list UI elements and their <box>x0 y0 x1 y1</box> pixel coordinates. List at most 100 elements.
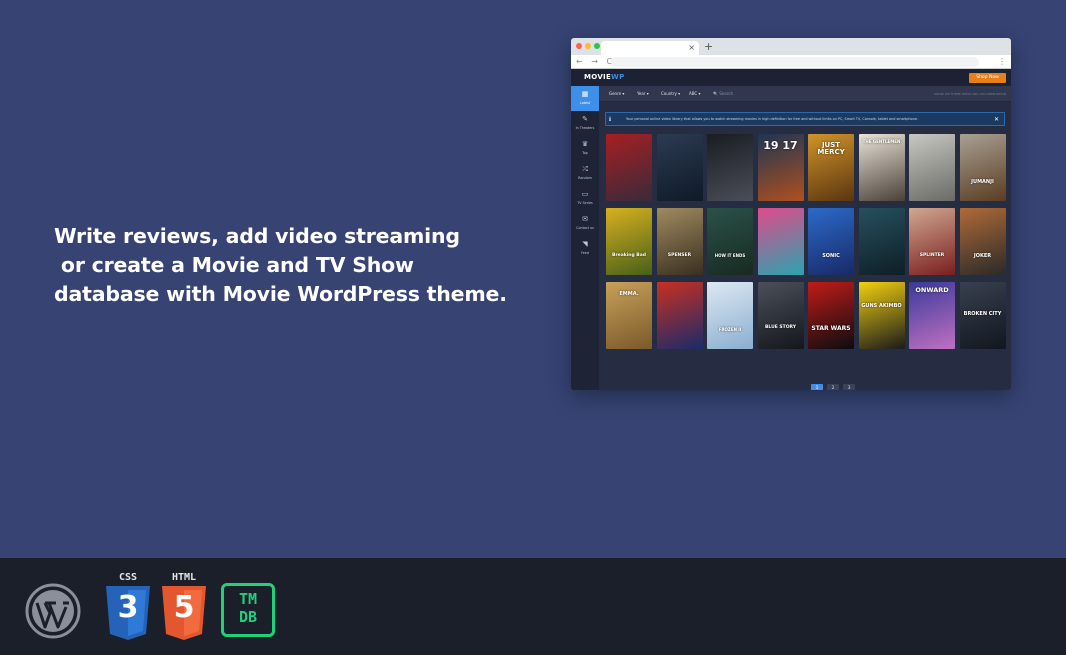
sidebar: ▦ Latest ✎ In Theaters ♛ Top ⤮ Random ▭ TV Series… <box>571 86 599 390</box>
notice-close-icon[interactable]: ✕ <box>994 114 999 125</box>
window-controls <box>576 43 600 49</box>
movie-poster[interactable] <box>656 282 703 349</box>
html5-glyph: 5 <box>173 590 195 625</box>
pagination: 123 <box>811 384 855 390</box>
sidebar-item-label: Top <box>582 151 588 155</box>
movie-poster[interactable]: ONWARD <box>909 282 955 349</box>
maximize-window-dot[interactable] <box>594 43 600 49</box>
shuffle-icon: ⤮ <box>582 165 588 173</box>
trophy-icon: ♛ <box>581 140 589 148</box>
movie-poster[interactable]: Breaking Bad <box>606 208 652 275</box>
sidebar-item-feed[interactable]: ◥ Feed <box>571 236 599 261</box>
poster-title: JOKER <box>973 253 992 259</box>
shop-now-button[interactable]: Shop Now <box>969 73 1006 83</box>
filter-dropdown[interactable]: ABC ▾ <box>689 90 700 98</box>
headline-line-2: or create a Movie and TV Show <box>54 253 414 277</box>
wordpress-icon <box>25 583 81 639</box>
movie-app: MOVIEWP Shop Now ▦ Latest ✎ In Theaters ♛ Top… <box>571 69 1011 390</box>
movie-poster[interactable]: JUMANJI <box>959 134 1006 201</box>
sidebar-item-label: Random <box>578 176 592 180</box>
movie-poster[interactable] <box>656 134 703 201</box>
movie-poster[interactable] <box>909 134 955 201</box>
movie-poster[interactable] <box>858 208 905 275</box>
sidebar-item-contact-us[interactable]: ✉ Contact us <box>571 211 599 236</box>
tmdb-icon: TM DB <box>221 583 275 637</box>
sidebar-item-top[interactable]: ♛ Top <box>571 136 599 161</box>
grid-icon: ▦ <box>581 90 589 98</box>
headline-line-3: database with Movie WordPress theme. <box>54 282 507 306</box>
movie-poster[interactable]: GUNS AKIMBO <box>858 282 905 349</box>
sidebar-item-label: Latest <box>579 101 591 105</box>
page-button-3[interactable]: 3 <box>843 384 855 390</box>
browser-window: × + ← → C ⋮ MOVIEWP Shop Now ▦ Latest ✎ In … <box>571 38 1011 390</box>
poster-title: BLUE STORY <box>764 325 797 330</box>
poster-title: JUMANJI <box>971 179 994 185</box>
page-button-2[interactable]: 2 <box>827 384 839 390</box>
poster-title: SPENSER <box>667 253 692 258</box>
sidebar-item-label: Feed <box>581 251 589 255</box>
filter-dropdown[interactable]: Country ▾ <box>661 90 680 98</box>
movie-poster[interactable]: BROKEN CITY <box>959 282 1006 349</box>
movie-poster[interactable]: JOKER <box>959 208 1006 275</box>
movie-poster[interactable]: JUST MERCY <box>808 134 854 201</box>
filter-note: MOVIE WP THEME DEMO AND DOCUMENTATION <box>934 92 1006 96</box>
browser-menu-icon[interactable]: ⋮ <box>998 56 1006 68</box>
movie-poster[interactable]: HOW IT ENDS <box>707 208 753 275</box>
movie-poster[interactable]: SPLINTER <box>909 208 955 275</box>
url-input[interactable] <box>611 57 979 67</box>
rss-icon: ◥ <box>582 240 588 248</box>
new-tab-button[interactable]: + <box>704 40 713 53</box>
movie-poster[interactable]: FROZEN II <box>707 282 753 349</box>
poster-title: 19 17 <box>763 139 798 152</box>
movie-poster[interactable]: SPENSER <box>656 208 703 275</box>
sidebar-item-label: TV Series <box>577 201 593 205</box>
movie-poster[interactable] <box>757 208 804 275</box>
filter-dropdown[interactable]: Year ▾ <box>637 90 649 98</box>
notice-text: Your personal online video library that … <box>626 117 919 121</box>
sidebar-item-latest[interactable]: ▦ Latest <box>571 86 599 111</box>
sidebar-item-label: Contact us <box>576 226 594 230</box>
minimize-window-dot[interactable] <box>585 43 591 49</box>
app-logo[interactable]: MOVIEWP <box>584 73 625 81</box>
mail-icon: ✉ <box>582 215 588 223</box>
main-content: 🔍 Search MOVIE WP THEME DEMO AND DOCUMEN… <box>599 86 1011 390</box>
tab-close-icon[interactable]: × <box>688 42 695 54</box>
poster-title: FROZEN II <box>718 327 742 332</box>
movie-poster[interactable] <box>606 134 652 201</box>
tmdb-line-1: TM <box>238 590 258 608</box>
app-header: MOVIEWP Shop Now <box>571 69 1011 86</box>
movie-poster[interactable]: SONIC <box>808 208 854 275</box>
sidebar-item-random[interactable]: ⤮ Random <box>571 161 599 186</box>
poster-title: STAR WARS <box>811 325 851 332</box>
movie-poster[interactable]: STAR WARS <box>808 282 854 349</box>
movie-poster[interactable]: BLUE STORY <box>757 282 804 349</box>
close-window-dot[interactable] <box>576 43 582 49</box>
poster-title: Breaking Bad <box>612 253 646 258</box>
tv-icon: ▭ <box>581 190 589 198</box>
info-icon: ℹ <box>609 116 612 123</box>
filter-dropdown[interactable]: Genre ▾ <box>609 90 624 98</box>
movie-poster[interactable]: 19 17 <box>757 134 804 201</box>
poster-title: SONIC <box>822 253 840 259</box>
movie-poster[interactable] <box>707 134 753 201</box>
ticket-icon: ✎ <box>582 115 588 123</box>
browser-tab-bar: × + <box>571 38 1011 55</box>
poster-title: EMMA. <box>619 291 639 297</box>
poster-title: SPLINTER <box>919 253 945 258</box>
css3-icon: CSS 3 <box>104 572 152 642</box>
poster-title: ONWARD <box>915 286 949 294</box>
search-input[interactable]: 🔍 Search <box>713 90 733 98</box>
sidebar-item-tv-series[interactable]: ▭ TV Series <box>571 186 599 211</box>
page-button-1[interactable]: 1 <box>811 384 823 390</box>
poster-title: BROKEN CITY <box>963 311 1002 317</box>
movie-poster[interactable]: THE GENTLEMEN <box>858 134 905 201</box>
logo-accent-text: WP <box>611 73 625 81</box>
sidebar-item-label: In Theaters <box>575 126 595 130</box>
tmdb-line-2: DB <box>238 608 258 626</box>
movie-poster[interactable]: EMMA. <box>606 282 652 349</box>
poster-title: THE GENTLEMEN <box>862 139 901 144</box>
browser-nav-buttons[interactable]: ← → C <box>576 56 615 68</box>
poster-title: GUNS AKIMBO <box>861 303 902 309</box>
browser-tab[interactable]: × <box>601 41 699 55</box>
sidebar-item-in-theaters[interactable]: ✎ In Theaters <box>571 111 599 136</box>
